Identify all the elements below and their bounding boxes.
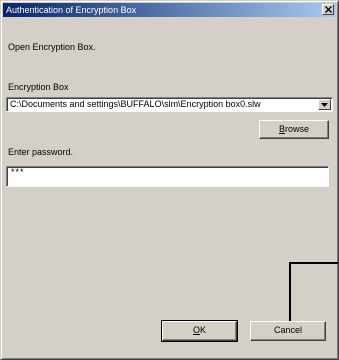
encryption-box-combo[interactable]: C:\Documents and settings\BUFFALO\slm\En… (6, 97, 333, 112)
chevron-down-icon (321, 102, 328, 107)
intro-text: Open Encryption Box. (8, 42, 96, 52)
callout-line-horizontal (289, 262, 338, 264)
ok-mnemonic: O (192, 325, 200, 335)
password-label: Enter password. (8, 147, 74, 157)
combo-dropdown-button[interactable] (318, 99, 331, 110)
encryption-box-path: C:\Documents and settings\BUFFALO\slm\En… (10, 99, 261, 109)
cancel-label: Cancel (273, 325, 302, 335)
browse-label-rest: rowse (285, 124, 310, 134)
title-bar[interactable]: Authentication of Encryption Box (3, 3, 336, 17)
close-icon (324, 6, 332, 13)
ok-label-rest: K (200, 325, 207, 335)
password-value: *** (11, 167, 25, 177)
window-title: Authentication of Encryption Box (6, 5, 137, 15)
encryption-box-label: Encryption Box (8, 82, 69, 92)
close-button[interactable] (322, 4, 334, 15)
browse-button[interactable]: Browse (259, 120, 329, 139)
dialog-window: Authentication of Encryption Box Open En… (0, 0, 339, 360)
callout-line-vertical (289, 262, 291, 322)
ok-button[interactable]: OK (161, 320, 238, 342)
cancel-button[interactable]: Cancel (250, 321, 326, 341)
password-input[interactable]: *** (6, 166, 329, 187)
